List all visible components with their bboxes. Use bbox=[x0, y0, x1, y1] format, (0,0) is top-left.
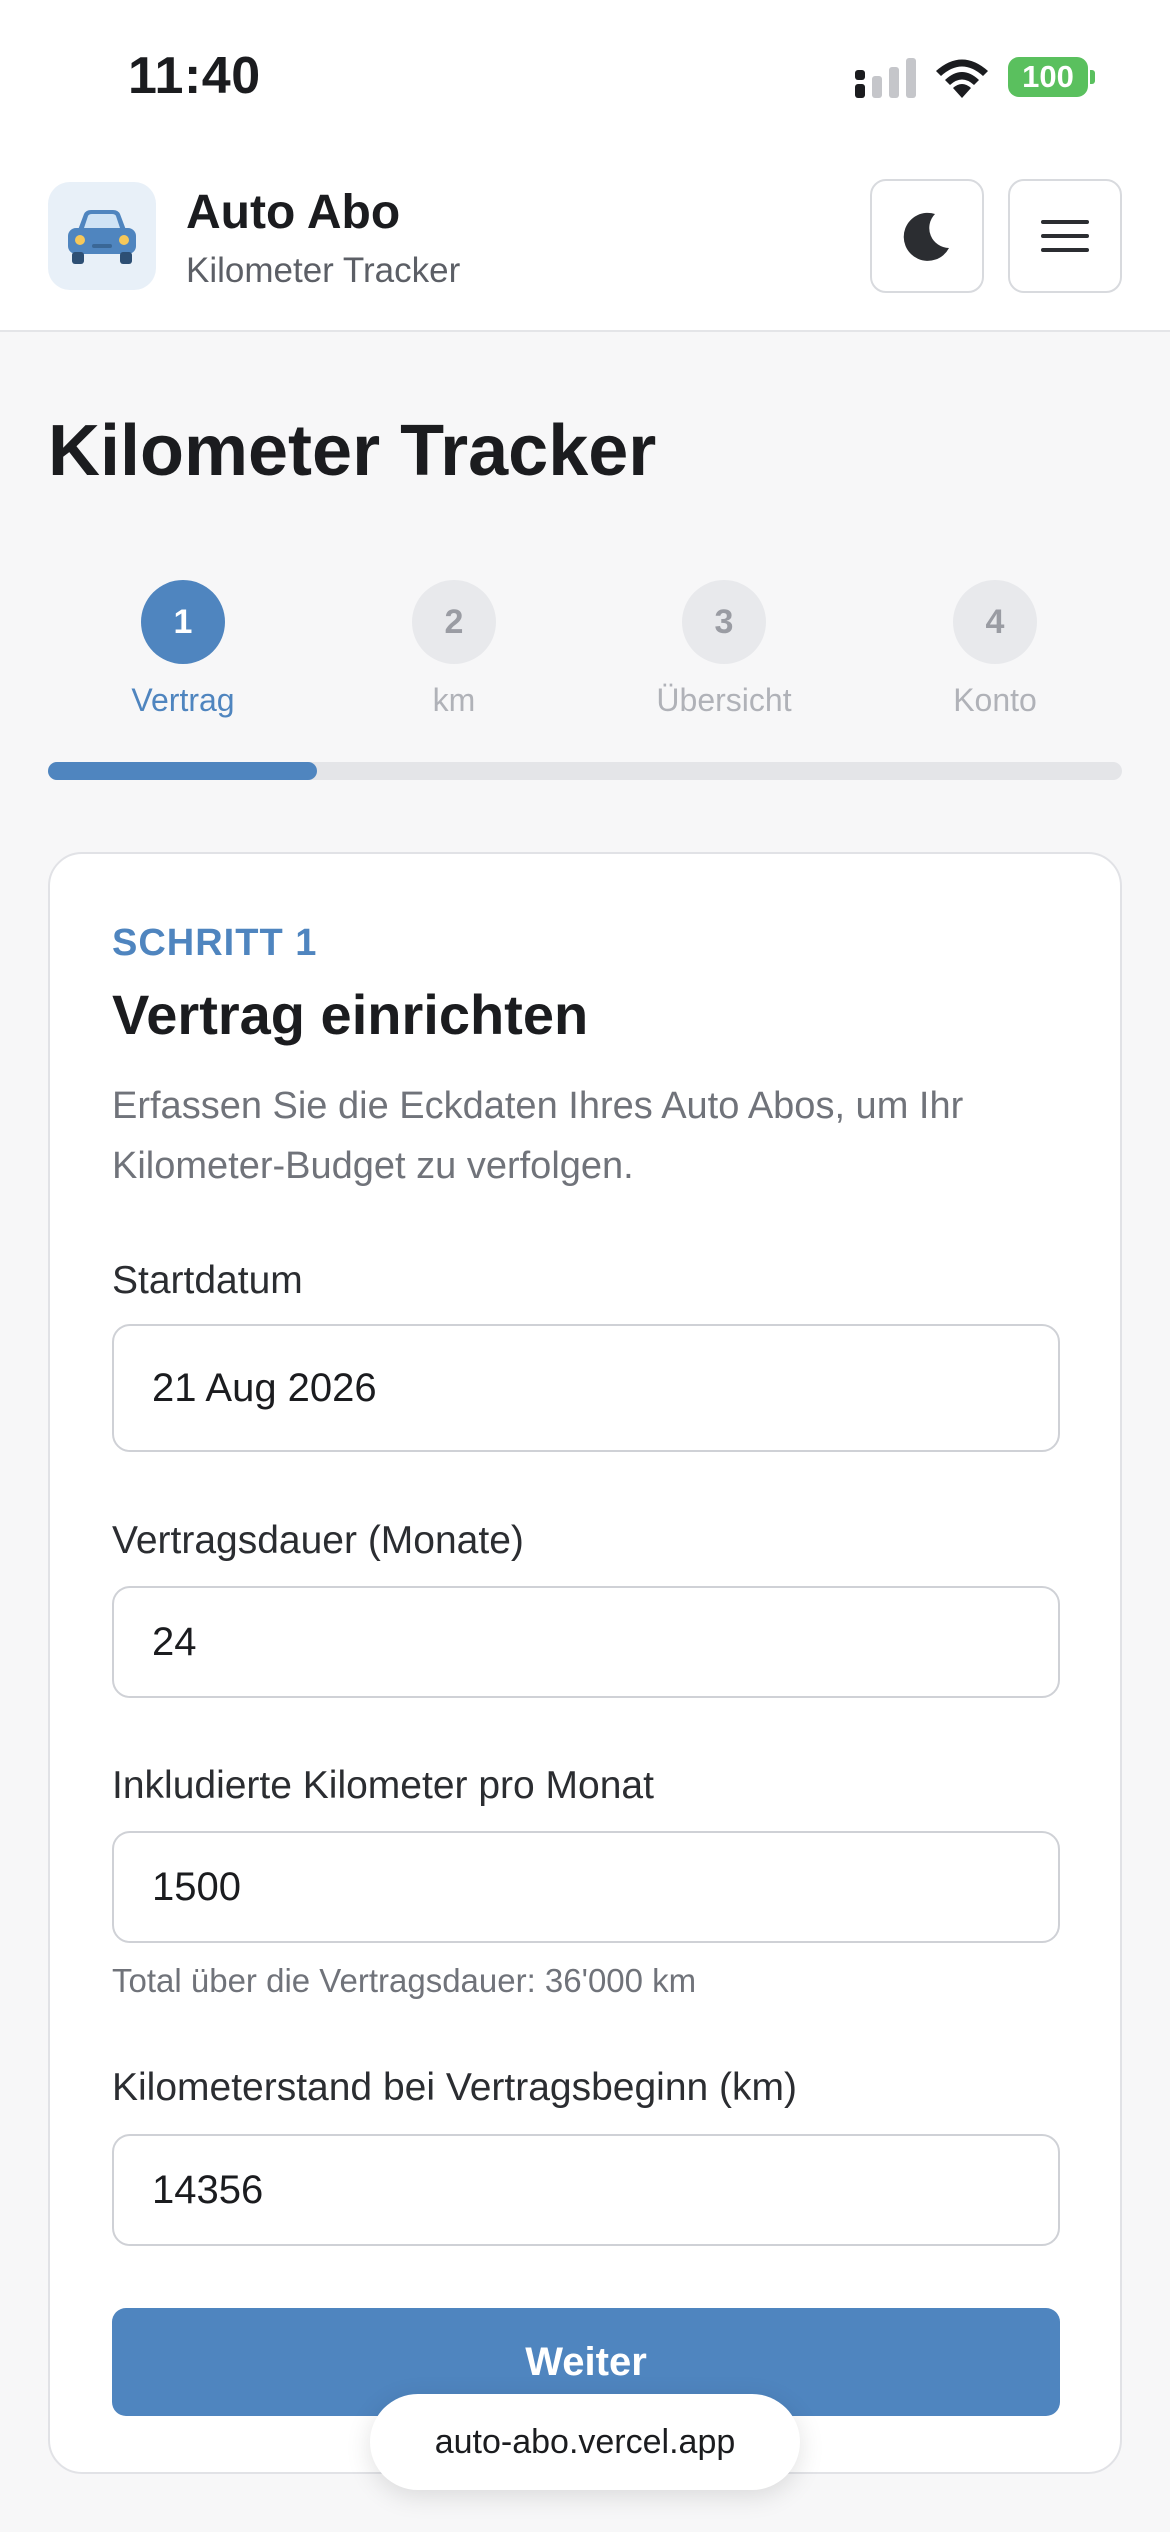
app-logo[interactable] bbox=[48, 182, 156, 290]
moon-icon bbox=[903, 212, 949, 261]
km-per-month-field[interactable]: 1500 bbox=[112, 1831, 1060, 1943]
progress-bar bbox=[48, 762, 1122, 780]
status-bar: 11:40 100 bbox=[0, 0, 1170, 155]
start-odometer-field[interactable]: 14356 bbox=[112, 2134, 1060, 2246]
start-date-field[interactable]: 21 Aug 2026 bbox=[112, 1324, 1060, 1452]
form-title: Vertrag einrichten bbox=[112, 983, 589, 1046]
step-number: 1 bbox=[141, 580, 225, 664]
page-title: Kilometer Tracker bbox=[48, 411, 657, 491]
start-odometer-label: Kilometerstand bei Vertragsbeginn (km) bbox=[112, 2066, 797, 2109]
step-label: Übersicht bbox=[656, 682, 792, 718]
stepper: 1 Vertrag 2 km 3 Übersicht 4 Konto bbox=[48, 580, 1122, 720]
step-label: km bbox=[432, 682, 476, 718]
cellular-signal-icon bbox=[855, 58, 916, 98]
duration-label: Vertragsdauer (Monate) bbox=[112, 1519, 524, 1562]
theme-toggle-button[interactable] bbox=[870, 179, 984, 293]
step-label: Vertrag bbox=[131, 682, 235, 718]
battery-tip bbox=[1090, 70, 1095, 84]
app-subtitle: Kilometer Tracker bbox=[186, 251, 461, 290]
km-total-hint: Total über die Vertragsdauer: 36'000 km bbox=[112, 1962, 697, 1999]
car-icon bbox=[68, 210, 136, 264]
status-time: 11:40 bbox=[128, 47, 261, 105]
step-tag: SCHRITT 1 bbox=[112, 922, 318, 964]
km-per-month-label: Inkludierte Kilometer pro Monat bbox=[112, 1764, 654, 1807]
contract-form-card: SCHRITT 1 Vertrag einrichten Erfassen Si… bbox=[48, 852, 1122, 2474]
step-vertrag[interactable]: 1 Vertrag bbox=[83, 580, 283, 719]
form-description: Erfassen Sie die Eckdaten Ihres Auto Abo… bbox=[112, 1085, 964, 1187]
battery-indicator: 100 bbox=[1008, 57, 1088, 97]
progress-fill bbox=[48, 762, 317, 780]
step-number: 3 bbox=[682, 580, 766, 664]
step-uebersicht[interactable]: 3 Übersicht bbox=[624, 580, 824, 719]
start-date-label: Startdatum bbox=[112, 1259, 303, 1302]
step-number: 2 bbox=[412, 580, 496, 664]
wifi-icon bbox=[936, 59, 988, 98]
menu-button[interactable] bbox=[1008, 179, 1122, 293]
step-km[interactable]: 2 km bbox=[354, 580, 554, 719]
step-number: 4 bbox=[953, 580, 1037, 664]
step-konto[interactable]: 4 Konto bbox=[895, 580, 1095, 719]
app-title: Auto Abo bbox=[186, 186, 401, 239]
app-header: Auto Abo Kilometer Tracker bbox=[0, 155, 1170, 332]
step-label: Konto bbox=[953, 682, 1037, 718]
hamburger-menu-icon bbox=[1041, 220, 1089, 252]
duration-field[interactable]: 24 bbox=[112, 1586, 1060, 1698]
browser-url-bar[interactable]: auto-abo.vercel.app bbox=[370, 2394, 800, 2490]
